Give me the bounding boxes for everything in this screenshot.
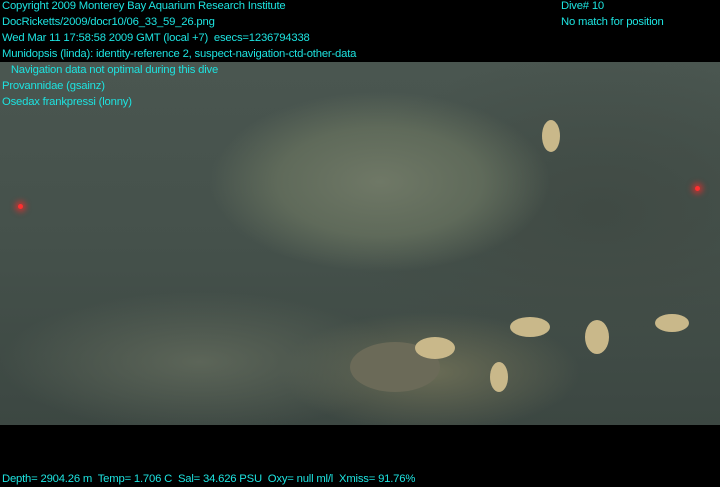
datetime: Wed Mar 11 17:58:58 2009 GMT (local +7) …	[2, 32, 310, 44]
annotation-munidopsis: Munidopsis (linda): identity-reference 2…	[2, 48, 357, 60]
shell	[490, 362, 508, 392]
shell	[415, 337, 455, 359]
shell	[585, 320, 609, 354]
copyright-text: Copyright 2009 Monterey Bay Aquarium Res…	[2, 0, 286, 12]
shell	[655, 314, 689, 332]
position-status: No match for position	[561, 16, 664, 28]
annotation-provannidae: Provannidae (gsainz)	[2, 80, 105, 92]
shell	[542, 120, 560, 152]
annotation-note: Navigation data not optimal during this …	[2, 64, 219, 76]
file-path: DocRicketts/2009/docr10/06_33_59_26.png	[2, 16, 215, 28]
laser-dot-right	[695, 186, 700, 191]
laser-dot-left	[18, 204, 23, 209]
shell	[510, 317, 550, 337]
annotation-osedax: Osedax frankpressi (lonny)	[2, 96, 132, 108]
dive-number: Dive# 10	[561, 0, 604, 12]
sensor-readout: Depth= 2904.26 m Temp= 1.706 C Sal= 34.6…	[2, 473, 416, 485]
seafloor-video-frame	[0, 62, 720, 425]
